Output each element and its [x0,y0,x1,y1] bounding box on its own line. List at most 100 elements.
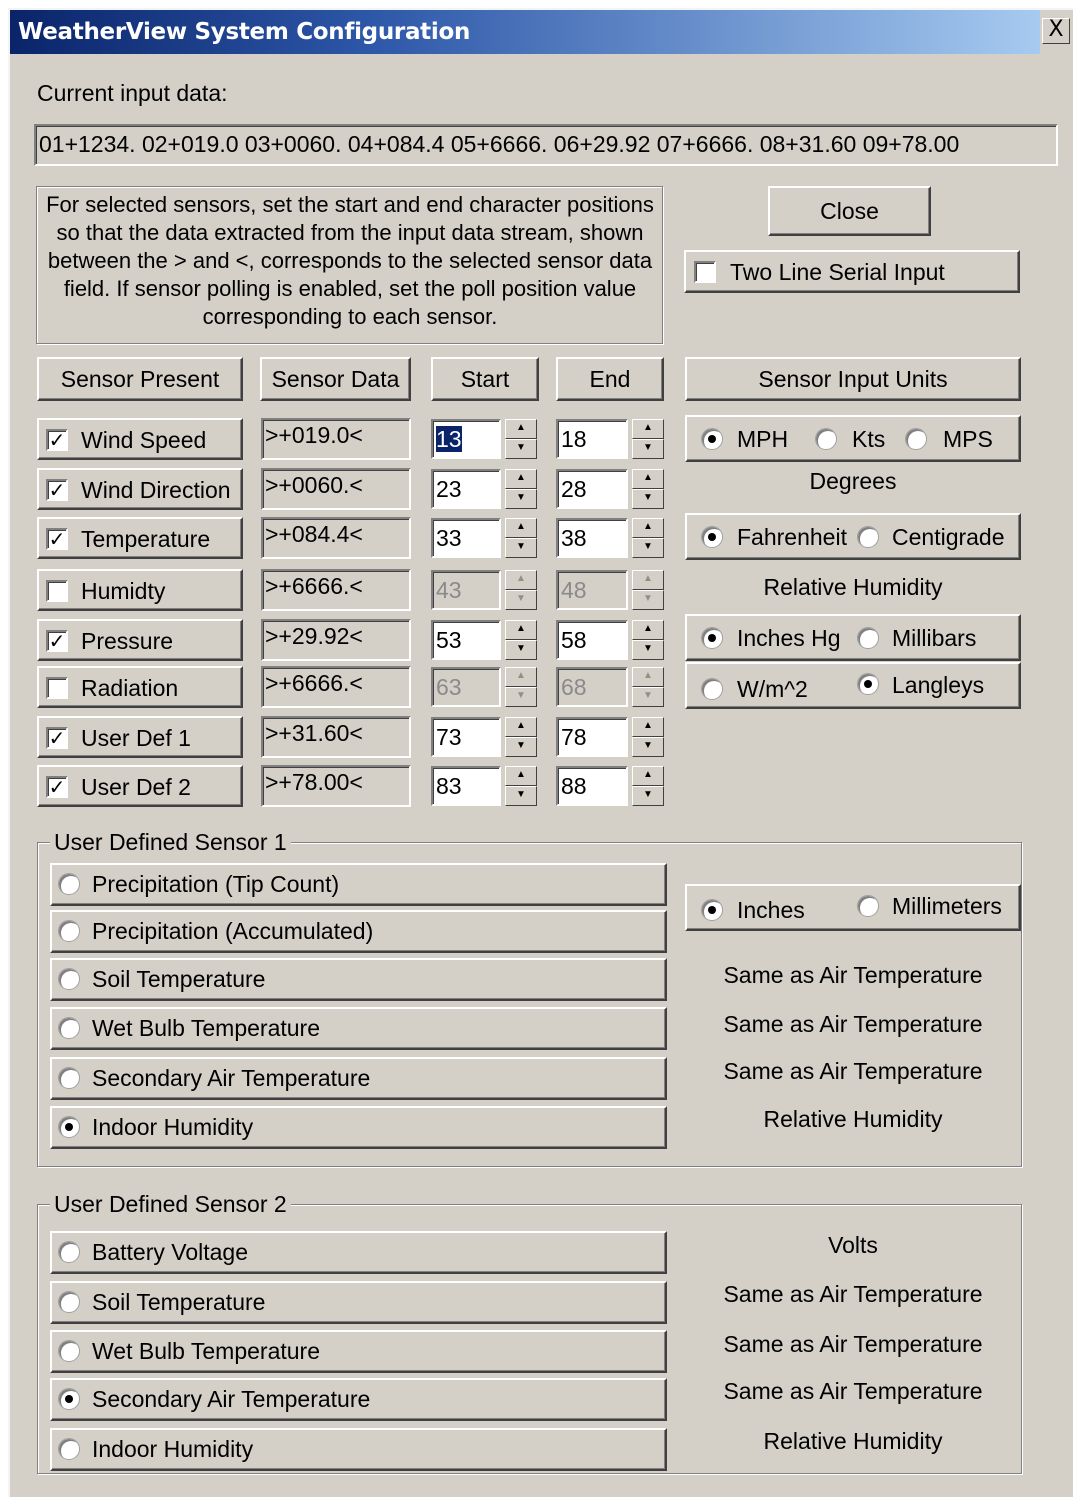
sensor-present-1[interactable]: ✓ Wind Direction [37,468,243,510]
start-field-1[interactable]: 23 [431,469,501,509]
up-arrow-icon[interactable]: ▲ [505,717,537,737]
close-icon[interactable]: X [1042,18,1070,44]
check-icon[interactable]: ✓ [46,528,68,550]
check-icon[interactable]: ✓ [46,727,68,749]
up-arrow-icon[interactable]: ▲ [632,766,664,786]
uds2-radio-2[interactable] [58,1340,80,1362]
up-arrow-icon[interactable]: ▲ [505,518,537,538]
radio-inches-hg[interactable] [701,627,723,649]
end-spinner[interactable]: ▲ ▼ [632,469,664,509]
down-arrow-icon[interactable]: ▼ [632,439,664,459]
uds1-radio-3[interactable] [58,1017,80,1039]
up-arrow-icon[interactable]: ▲ [505,419,537,439]
down-arrow-icon[interactable]: ▼ [505,439,537,459]
down-arrow-icon[interactable]: ▼ [632,489,664,509]
uds1-option-1[interactable]: Precipitation (Accumulated) [50,910,667,953]
down-arrow-icon[interactable]: ▼ [632,538,664,558]
up-arrow-icon[interactable]: ▲ [505,469,537,489]
uds2-option-3[interactable]: Secondary Air Temperature [50,1378,667,1421]
down-arrow-icon[interactable]: ▼ [632,737,664,757]
check-icon[interactable]: ✓ [46,429,68,451]
uds2-radio-0[interactable] [58,1241,80,1263]
header-sensor-input-units[interactable]: Sensor Input Units [685,357,1021,401]
start-field-4[interactable]: 53 [431,620,501,660]
uds2-radio-4[interactable] [58,1438,80,1460]
start-field-7[interactable]: 83 [431,766,501,806]
two-line-serial-button[interactable]: Two Line Serial Input [684,250,1020,293]
up-arrow-icon[interactable]: ▲ [632,469,664,489]
down-arrow-icon[interactable]: ▼ [505,737,537,757]
uds1-option-0[interactable]: Precipitation (Tip Count) [50,863,667,906]
radio-fahrenheit[interactable] [701,526,723,548]
uds1-radio-1[interactable] [58,920,80,942]
sensor-present-7[interactable]: ✓ User Def 2 [37,765,243,807]
start-spinner[interactable]: ▲ ▼ [505,419,537,459]
up-arrow-icon[interactable]: ▲ [632,717,664,737]
sensor-present-6[interactable]: ✓ User Def 1 [37,716,243,758]
down-arrow-icon[interactable]: ▼ [505,786,537,806]
end-spinner[interactable]: ▲ ▼ [632,766,664,806]
uds1-option-5[interactable]: Indoor Humidity [50,1106,667,1149]
end-field-6[interactable]: 78 [556,717,628,757]
down-arrow-icon[interactable]: ▼ [505,538,537,558]
up-arrow-icon[interactable]: ▲ [505,766,537,786]
end-field-7[interactable]: 88 [556,766,628,806]
end-spinner[interactable]: ▲ ▼ [632,717,664,757]
header-start[interactable]: Start [431,357,539,401]
sensor-present-3[interactable]: Humidty [37,569,243,611]
start-spinner[interactable]: ▲ ▼ [505,717,537,757]
uds1-option-2[interactable]: Soil Temperature [50,958,667,1001]
header-sensor-present[interactable]: Sensor Present [37,357,243,401]
end-spinner[interactable]: ▲ ▼ [632,620,664,660]
radio-millibars[interactable] [857,627,879,649]
close-button[interactable]: Close [768,186,931,236]
radio-millimeters[interactable] [857,895,879,917]
radio-mph[interactable] [701,428,723,450]
end-field-4[interactable]: 58 [556,620,628,660]
sensor-present-4[interactable]: ✓ Pressure [37,619,243,661]
radio-inches[interactable] [701,899,723,921]
uds1-radio-5[interactable] [58,1116,80,1138]
up-arrow-icon[interactable]: ▲ [632,620,664,640]
end-spinner[interactable]: ▲ ▼ [632,518,664,558]
start-field-6[interactable]: 73 [431,717,501,757]
down-arrow-icon[interactable]: ▼ [632,640,664,660]
uds1-option-3[interactable]: Wet Bulb Temperature [50,1007,667,1050]
down-arrow-icon[interactable]: ▼ [505,640,537,660]
uds2-option-0[interactable]: Battery Voltage [50,1231,667,1274]
uds2-radio-1[interactable] [58,1291,80,1313]
up-arrow-icon[interactable]: ▲ [632,419,664,439]
up-arrow-icon[interactable]: ▲ [632,518,664,538]
down-arrow-icon[interactable]: ▼ [632,786,664,806]
uds2-radio-3[interactable] [58,1388,80,1410]
start-spinner[interactable]: ▲ ▼ [505,766,537,806]
header-end[interactable]: End [556,357,664,401]
end-field-2[interactable]: 38 [556,518,628,558]
checkbox[interactable] [46,677,68,699]
start-spinner[interactable]: ▲ ▼ [505,620,537,660]
end-field-0[interactable]: 18 [556,419,628,459]
sensor-present-2[interactable]: ✓ Temperature [37,517,243,559]
radio-centigrade[interactable] [857,526,879,548]
check-icon[interactable]: ✓ [46,776,68,798]
start-spinner[interactable]: ▲ ▼ [505,518,537,558]
two-line-checkbox[interactable] [694,261,716,283]
uds2-option-4[interactable]: Indoor Humidity [50,1428,667,1471]
sensor-present-0[interactable]: ✓ Wind Speed [37,418,243,460]
uds1-option-4[interactable]: Secondary Air Temperature [50,1057,667,1100]
sensor-present-5[interactable]: Radiation [37,666,243,708]
radio-langleys[interactable] [857,673,879,695]
up-arrow-icon[interactable]: ▲ [505,620,537,640]
uds2-option-2[interactable]: Wet Bulb Temperature [50,1330,667,1373]
uds1-radio-2[interactable] [58,968,80,990]
radio-mps[interactable] [905,428,927,450]
start-field-2[interactable]: 33 [431,518,501,558]
end-spinner[interactable]: ▲ ▼ [632,419,664,459]
check-icon[interactable]: ✓ [46,479,68,501]
start-field-0[interactable]: 13 [431,419,501,459]
uds1-radio-0[interactable] [58,873,80,895]
uds1-radio-4[interactable] [58,1067,80,1089]
check-icon[interactable]: ✓ [46,630,68,652]
end-field-1[interactable]: 28 [556,469,628,509]
start-spinner[interactable]: ▲ ▼ [505,469,537,509]
